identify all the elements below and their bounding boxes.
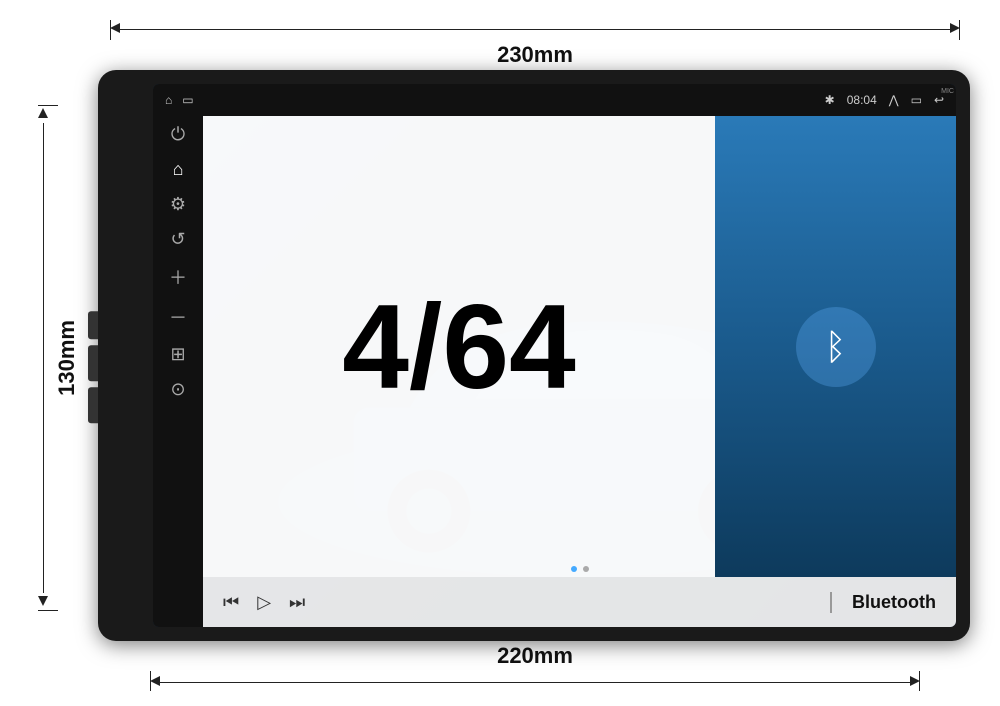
side-button-3[interactable] [88, 387, 98, 423]
page-dots [571, 566, 589, 572]
left-sidebar: ⏻ ⌂ ⚙ ↺ ＋ － ⊞ ⊙ [153, 116, 203, 627]
sidebar-power-icon[interactable]: ⏻ [171, 124, 185, 145]
play-button[interactable]: ▷ [257, 592, 271, 613]
bt-icon: ᛒ [825, 326, 847, 368]
sidebar-voldown-icon[interactable]: － [169, 304, 187, 330]
left-dimension: 130mm [38, 105, 80, 611]
sidebar-settings-icon[interactable]: ⚙ [170, 194, 186, 215]
bottom-dimension-label: 220mm [497, 643, 573, 669]
side-button-1[interactable] [88, 311, 98, 339]
bt-circle: ᛒ [796, 307, 876, 387]
arrow-right-top [950, 20, 960, 38]
rewind-button[interactable]: ⏮ [223, 592, 239, 613]
side-button-2[interactable] [88, 345, 98, 381]
top-dimension: 230mm [110, 20, 960, 68]
chevron-up-icon: ⋀ [889, 93, 899, 107]
big-number-label: 4/64 [342, 287, 576, 407]
media-bar: ⏮ ▷ ⏭ Bluetooth [203, 577, 956, 627]
line-left [43, 123, 44, 593]
status-bar: ⌂ ▭ ✱ 08:04 ⋀ ▭ ↩ MIC [153, 84, 956, 116]
home-icon[interactable]: ⌂ [165, 93, 172, 107]
status-left: ⌂ ▭ [165, 93, 194, 107]
bluetooth-label-area: Bluetooth [832, 592, 956, 613]
mic-label: MIC [941, 88, 954, 95]
sidebar-home-icon[interactable]: ⌂ [173, 159, 184, 180]
screen-body: ⏻ ⌂ ⚙ ↺ ＋ － ⊞ ⊙ [153, 116, 956, 627]
line-bottom [160, 682, 910, 683]
sidebar-grid-icon[interactable]: ⊞ [170, 344, 185, 365]
overlay-panel: 4/64 [203, 116, 715, 577]
arrow-left-top [110, 20, 120, 38]
line-top [120, 29, 950, 30]
dot-2 [583, 566, 589, 572]
diagram-container: 230mm 220mm 130mm [20, 10, 980, 696]
bluetooth-label: Bluetooth [852, 592, 936, 613]
bluetooth-icon: ✱ [825, 93, 835, 107]
dot-1 [571, 566, 577, 572]
nav-icon[interactable]: ▭ [911, 93, 922, 107]
media-controls: ⏮ ▷ ⏭ [203, 592, 832, 613]
sidebar-back-icon[interactable]: ↺ [170, 229, 185, 250]
fast-forward-button[interactable]: ⏭ [289, 592, 305, 613]
time-display: 08:04 [847, 93, 877, 107]
arrow-left-bottom [150, 673, 160, 691]
side-buttons [88, 311, 98, 423]
bt-panel: ᛒ [715, 116, 956, 577]
sidebar-nav-icon[interactable]: ⊙ [170, 379, 185, 400]
bottom-dimension: 220mm [150, 643, 920, 691]
top-dimension-label: 230mm [497, 42, 573, 68]
sidebar-volup-icon[interactable]: ＋ [169, 264, 187, 290]
arrow-right-bottom [910, 673, 920, 691]
arrow-down-left [38, 593, 48, 611]
status-right: ✱ 08:04 ⋀ ▭ ↩ [825, 93, 944, 107]
left-dimension-label: 130mm [54, 320, 80, 396]
back-icon[interactable]: ↩ [934, 93, 944, 107]
arrow-up-left [38, 105, 48, 123]
screen: ⌂ ▭ ✱ 08:04 ⋀ ▭ ↩ MIC ⏻ ⌂ ⚙ [153, 84, 956, 627]
main-content: 4/64 ᛒ [203, 116, 956, 627]
window-icon[interactable]: ▭ [182, 93, 193, 107]
device-outer: ⌂ ▭ ✱ 08:04 ⋀ ▭ ↩ MIC ⏻ ⌂ ⚙ [98, 70, 970, 641]
